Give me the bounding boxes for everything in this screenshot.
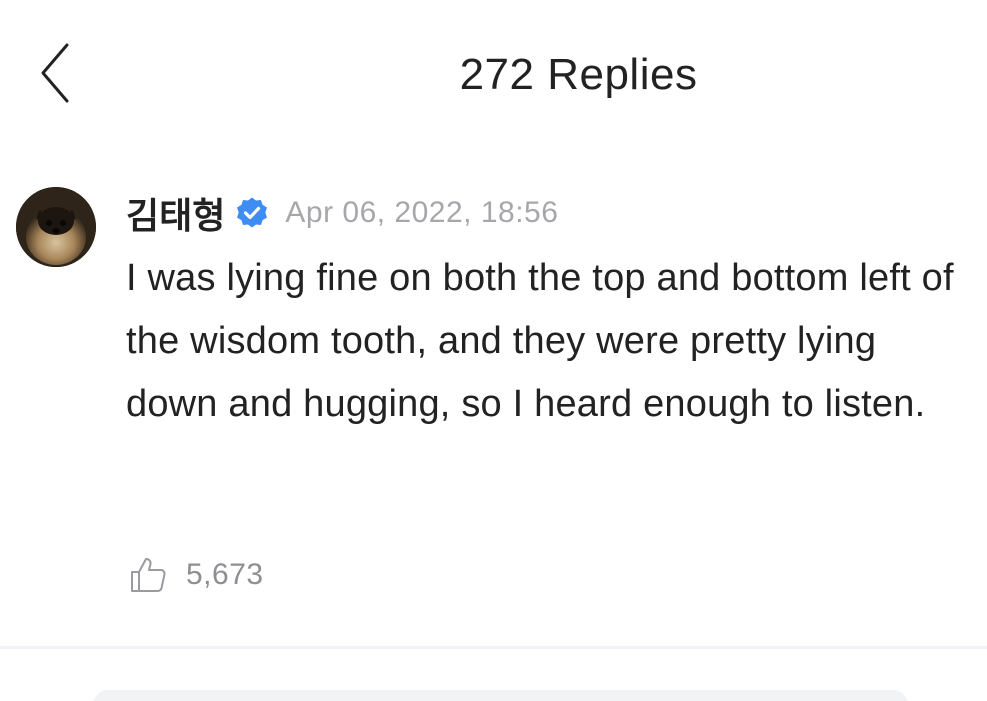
verified-badge-icon	[235, 196, 269, 230]
replies-screen: 272 Replies 김태형 Apr 06, 2022, 18:56 I wa…	[0, 0, 987, 701]
comment-header: 김태형 Apr 06, 2022, 18:56	[126, 191, 559, 236]
avatar-image	[16, 187, 96, 267]
header: 272 Replies	[0, 0, 987, 150]
page-title: 272 Replies	[459, 50, 698, 99]
thumbs-up-icon	[128, 555, 168, 595]
next-comment-placeholder	[93, 690, 908, 701]
comment-timestamp: Apr 06, 2022, 18:56	[285, 196, 559, 229]
avatar[interactable]	[16, 187, 96, 267]
comment-text: I was lying fine on both the top and bot…	[126, 257, 954, 425]
like-count: 5,673	[186, 558, 264, 591]
divider	[0, 646, 987, 649]
author-name[interactable]: 김태형	[126, 187, 225, 239]
like-button[interactable]: 5,673	[128, 553, 264, 597]
